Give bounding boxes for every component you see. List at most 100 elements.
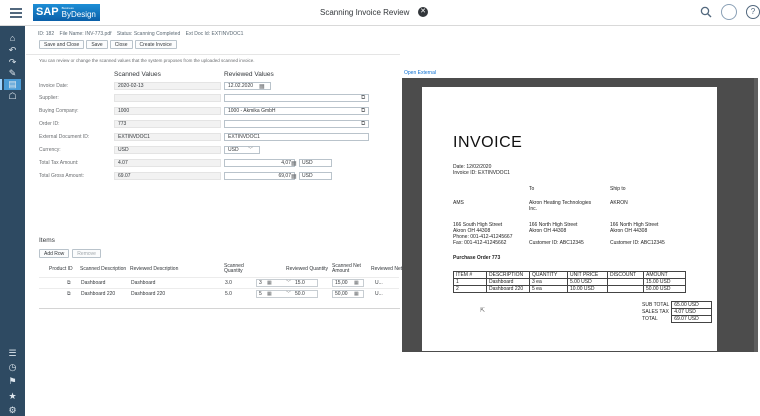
total-gross-input[interactable]: 69,07: [224, 172, 295, 180]
save-and-close-button[interactable]: Save and Close: [39, 40, 85, 49]
star-icon[interactable]: ★: [7, 391, 18, 402]
logo-bydesign: Business ByDesign: [61, 4, 100, 21]
ext-doc-scanned: EXTINVDOC1: [114, 133, 221, 141]
calendar-icon[interactable]: ▦: [259, 83, 265, 90]
chevron-down-icon: ﹀: [286, 280, 292, 286]
supplier-row: Supplier: ⧉: [39, 94, 389, 103]
to-heading: To: [529, 186, 535, 192]
add-row-button[interactable]: Add Row: [39, 249, 70, 258]
buying-company-scanned: 1000: [114, 107, 221, 115]
clock-icon[interactable]: ◷: [7, 362, 18, 373]
th-item: ITEM #: [453, 271, 487, 279]
total-gross-label: Total Gross Amount:: [39, 173, 85, 179]
pdf-scrollbar[interactable]: [754, 78, 758, 352]
total-tax-scanned: 4.07: [114, 159, 221, 167]
search-icon[interactable]: [700, 6, 712, 18]
cell: 5 ea: [529, 285, 568, 293]
value-help-icon[interactable]: ⧉: [361, 121, 365, 128]
supplier-input[interactable]: [224, 94, 369, 102]
close-button[interactable]: Close: [109, 40, 133, 49]
scanned-qty-cell: 3.0: [225, 280, 232, 286]
remove-button[interactable]: Remove: [72, 249, 101, 258]
table-header-row: ITEM # DESCRIPTION QUANTITY UNIT PRICE D…: [453, 271, 686, 279]
invoice-date-row: Invoice Date: 2020-02-13 12.02.2020 ▦: [39, 82, 389, 91]
flag-icon[interactable]: ⚑: [7, 376, 18, 387]
currency-select[interactable]: USD ﹀: [224, 146, 260, 154]
col-scanned-net[interactable]: Scanned Net Amount: [332, 264, 362, 274]
cell: [607, 285, 644, 293]
tax-value: 4.07 USD: [671, 308, 713, 316]
table-row: 1 Dashboard 3 ea 5.00 USD 15.00 USD: [453, 278, 686, 286]
table-row[interactable]: ⧉ Dashboard 220 Dashboard 220 5.0 5 ▦ ﹀ …: [39, 288, 399, 298]
total-gross-scanned: 69.07: [114, 172, 221, 180]
help-icon[interactable]: ?: [746, 5, 760, 19]
reviewed-net-input[interactable]: 15,00 ▦: [332, 279, 364, 287]
to-name-2: Inc.: [529, 206, 538, 212]
items-title: Items: [39, 237, 55, 244]
supplier-scanned: [114, 94, 221, 102]
undo-icon[interactable]: ↶: [7, 45, 18, 56]
col-reviewed-desc[interactable]: Reviewed Description: [130, 267, 178, 272]
redo-icon[interactable]: ↷: [7, 57, 18, 68]
buying-company-label: Buying Company:: [39, 108, 79, 114]
reviewed-qty-input[interactable]: 3 ▦ ﹀ 15.0: [256, 279, 318, 287]
close-icon[interactable]: ✕: [418, 7, 428, 17]
create-invoice-button[interactable]: Create Invoice: [134, 40, 177, 49]
reviewed-net-input[interactable]: 50,00 ▦: [332, 290, 364, 298]
col-reviewed-net[interactable]: Reviewed Net Amount: [371, 267, 420, 272]
pdf-viewer[interactable]: INVOICE Date: 12/02/2020 Invoice ID: EXT…: [402, 78, 758, 352]
purchase-order: Purchase Order 773: [453, 255, 501, 261]
value-help-icon[interactable]: ⧉: [361, 108, 365, 115]
ext-doc-row: External Document ID: EXTINVDOC1 EXTINVD…: [39, 133, 389, 142]
col-scanned-desc[interactable]: Scanned Description: [80, 267, 126, 272]
cell: 15.00 USD: [643, 278, 686, 286]
total-tax-row: Total Tax Amount: 4.07 4,07 ▦ USD: [39, 159, 389, 168]
col-product-id[interactable]: Product ID: [49, 267, 73, 272]
th-quantity: QUANTITY: [529, 271, 568, 279]
menu-icon[interactable]: [10, 8, 22, 18]
people-icon[interactable]: ☖: [7, 91, 18, 102]
home-icon[interactable]: ⌂: [7, 33, 18, 44]
calculator-icon[interactable]: ▦: [291, 160, 297, 167]
tools-icon[interactable]: ✎: [7, 68, 18, 79]
list-icon[interactable]: ☰: [7, 348, 18, 359]
col-reviewed-qty[interactable]: Reviewed Quantity: [286, 267, 328, 272]
save-button[interactable]: Save: [86, 40, 108, 49]
total-tax-unit[interactable]: USD: [299, 159, 332, 167]
value-help-icon[interactable]: ⧉: [67, 291, 71, 297]
value-help-icon[interactable]: ⧉: [361, 95, 365, 102]
scanned-net-cell: 15.0: [295, 280, 305, 286]
ext-doc-id: Ext Doc Id: EXTINVDOC1: [185, 31, 244, 37]
open-external-link[interactable]: Open External: [404, 70, 436, 76]
buying-company-input[interactable]: 1000 - Akmika GmbH: [224, 107, 369, 115]
sap-logo[interactable]: SAP Business ByDesign: [33, 4, 100, 21]
currency-scanned: USD: [114, 146, 221, 154]
calculator-icon: ▦: [354, 291, 359, 297]
th-description: DESCRIPTION: [486, 271, 530, 279]
user-avatar[interactable]: [721, 4, 737, 20]
total-tax-input[interactable]: 4,07: [224, 159, 295, 167]
reviewed-desc-cell: Dashboard: [131, 280, 156, 286]
scanned-values-heading: Scanned Values: [114, 71, 161, 78]
invoice-icon[interactable]: ▤: [0, 79, 21, 90]
col-scanned-qty[interactable]: Scanned Quantity: [224, 264, 248, 274]
th-amount: AMOUNT: [643, 271, 686, 279]
table-row[interactable]: ⧉ Dashboard Dashboard 3.0 3 ▦ ﹀ 15.0 15,…: [39, 277, 399, 287]
cell: 2: [453, 285, 487, 293]
ship-addr-2: Akron OH 44308: [610, 228, 648, 234]
order-id-row: Order ID: 773 ⧉: [39, 120, 389, 129]
total-label: TOTAL: [642, 316, 658, 322]
chevron-down-icon: ﹀: [286, 291, 292, 297]
reviewed-qty-input[interactable]: 5 ▦ ﹀ 50.0: [256, 290, 318, 298]
calculator-icon[interactable]: ▦: [291, 173, 297, 180]
info-text: You can review or change the scanned val…: [39, 58, 255, 63]
settings-icon[interactable]: ⚙: [7, 405, 18, 416]
total-gross-unit[interactable]: USD: [299, 172, 332, 180]
logo-sap-text: SAP: [33, 4, 62, 21]
pdf-page: INVOICE Date: 12/02/2020 Invoice ID: EXT…: [422, 87, 717, 351]
ext-doc-input[interactable]: EXTINVDOC1: [224, 133, 369, 141]
value-help-icon[interactable]: ⧉: [67, 280, 71, 286]
supplier-label: Supplier:: [39, 95, 59, 101]
cell: 3 ea: [529, 278, 568, 286]
order-id-input[interactable]: [224, 120, 369, 128]
